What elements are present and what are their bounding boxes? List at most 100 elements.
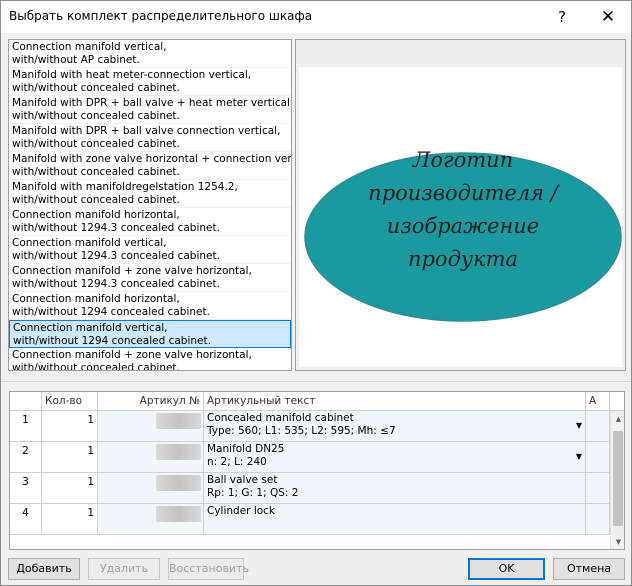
grid-header: Кол-во Артикул № Артикульный текст A [10,392,624,411]
kit-list-item[interactable]: Connection manifold + zone valve horizon… [9,348,291,371]
kit-list-item[interactable]: Connection manifold horizontal, with/with… [9,208,291,236]
scroll-thumb[interactable] [613,431,623,526]
kit-list-item[interactable]: Connection manifold vertical, with/withou… [9,40,291,68]
header-num [10,392,42,411]
logo-line-1: Логотип [412,148,513,172]
kit-list-item-line2: with/without concealed cabinet. [12,110,180,122]
a-cell[interactable] [586,504,610,534]
help-button[interactable]: ? [539,1,585,33]
kit-list-item[interactable]: Connection manifold vertical, with/withou… [9,236,291,264]
dropdown-icon[interactable]: ▼ [574,421,584,431]
a-cell[interactable] [586,411,610,441]
article-cell[interactable] [98,504,204,534]
scroll-up-icon[interactable]: ▲ [611,411,624,427]
cancel-button[interactable]: Отмена [553,558,625,580]
kit-list-item-line2: with/without AP cabinet. [12,54,140,66]
grid-vertical-scrollbar[interactable]: ▲ ▼ [610,411,624,549]
add-button[interactable]: Добавить [8,558,80,580]
article-text-line2: Rp: 1; G: 1; QS: 2 [207,487,299,499]
row-number: 4 [10,504,42,534]
kit-list-item-line1: Manifold with DPR + ball valve connectio… [12,125,281,137]
table-row[interactable]: 1 1 Concealed manifold cabinet Type: 560; L… [10,411,610,442]
kit-list-item-line2: with/without 1294.3 concealed cabinet. [12,222,220,234]
kit-list-item-line1: Connection manifold vertical, [12,41,167,53]
article-text-cell[interactable]: Cylinder lock [204,504,586,534]
kit-list-item-line1: Manifold with zone valve horizontal + co… [12,153,291,165]
kit-list-item[interactable]: Connection manifold horizontal, with/with… [9,292,291,320]
table-row[interactable]: 2 1 Manifold DN25 n: 2; L: 240 ▼ [10,442,610,473]
scroll-down-icon[interactable]: ▼ [611,534,624,549]
kit-list-item-line1: Connection manifold + zone valve horizon… [12,349,252,361]
kit-list-item[interactable]: Manifold with manifoldregelstation 1254.… [9,180,291,208]
header-text[interactable]: Артикульный текст [204,392,586,411]
kit-list-item-line1: Connection manifold vertical, [13,322,168,334]
article-text-line1: Ball valve set [207,474,278,486]
article-text-cell[interactable]: Ball valve set Rp: 1; G: 1; QS: 2 [204,473,586,503]
kit-list-item-line2: with/without 1294.3 concealed cabinet. [12,250,220,262]
article-text-line1: Manifold DN25 [207,443,285,455]
table-row[interactable]: 4 1 Cylinder lock [10,504,610,535]
row-number: 3 [10,473,42,503]
article-cell[interactable] [98,442,204,472]
kit-list-item[interactable]: Connection manifold + zone valve horizon… [9,264,291,292]
kit-list-item-line2: with/without concealed cabinet. [12,82,180,94]
dropdown-icon[interactable]: ▼ [574,452,584,462]
a-cell[interactable] [586,442,610,472]
items-grid: Кол-во Артикул № Артикульный текст A 11C… [9,391,625,550]
table-row[interactable]: 3 1 Ball valve set Rp: 1; G: 1; QS: 2 [10,473,610,504]
header-article[interactable]: Артикул № [98,392,204,411]
kit-list-item-line1: Manifold with manifoldregelstation 1254.… [12,181,238,193]
article-cell[interactable] [98,411,204,441]
kit-list-item[interactable]: Manifold with DPR + ball valve connectio… [9,124,291,152]
row-number: 2 [10,442,42,472]
kit-list-item-line1: Manifold with DPR + ball valve + heat me… [12,97,291,109]
kit-list-item-line2: with/without concealed cabinet. [12,138,180,150]
title-bar: Выбрать комплект распределительного шкаф… [1,1,631,33]
article-text-line2: Type: 560; L1: 535; L2: 595; Mh: ≤7 [207,425,396,437]
article-text-line2: n: 2; L: 240 [207,456,267,468]
article-text-line1: Concealed manifold cabinet [207,412,354,424]
kit-list[interactable]: Connection manifold vertical, with/withou… [8,39,292,371]
close-button[interactable]: ✕ [585,1,631,33]
qty-cell[interactable]: 1 [42,504,98,534]
header-qty[interactable]: Кол-во [42,392,98,411]
kit-list-item-line1: Connection manifold horizontal, [12,209,180,221]
header-a[interactable]: A [586,392,610,411]
article-text-cell[interactable]: Concealed manifold cabinet Type: 560; L1:… [204,411,586,441]
kit-list-item-line2: with/without concealed cabinet. [12,194,180,206]
a-cell[interactable] [586,473,610,503]
article-text-cell[interactable]: Manifold DN25 n: 2; L: 240 ▼ [204,442,586,472]
logo-placeholder-graphic: Логотип производителя / изображение прод… [304,148,622,322]
kit-list-item[interactable]: Manifold with heat meter-connection vert… [9,68,291,96]
redacted-article [156,444,201,460]
redacted-article [156,413,201,429]
kit-list-item-line1: Connection manifold vertical, [12,237,167,249]
logo-line-4: продукта [408,247,518,271]
kit-list-item-line1: Connection manifold horizontal, [12,293,180,305]
kit-list-item-line2: with/without 1294 concealed cabinet. [13,335,211,347]
section-divider [1,381,631,382]
qty-cell[interactable]: 1 [42,442,98,472]
kit-list-item-line1: Manifold with heat meter-connection vert… [12,69,252,81]
redacted-article [156,506,201,522]
preview-image-area: Логотип производителя / изображение прод… [299,67,622,367]
kit-list-item[interactable]: Manifold with DPR + ball valve + heat me… [9,96,291,124]
kit-list-item-line2: with/without 1294 concealed cabinet. [12,306,210,318]
redacted-article [156,475,201,491]
preview-panel: Логотип производителя / изображение прод… [295,39,626,371]
row-number: 1 [10,411,42,441]
qty-cell[interactable]: 1 [42,411,98,441]
qty-cell[interactable]: 1 [42,473,98,503]
kit-list-item[interactable]: Manifold with zone valve horizontal + co… [9,152,291,180]
logo-line-3: изображение [387,214,540,238]
ok-button[interactable]: OK [468,558,545,580]
article-text-line1: Cylinder lock [207,505,276,517]
kit-list-item[interactable]: Connection manifold vertical, with/withou… [9,320,291,348]
article-cell[interactable] [98,473,204,503]
delete-button[interactable]: Удалить [88,558,160,580]
dialog-window: Выбрать комплект распределительного шкаф… [0,0,632,586]
dialog-title: Выбрать комплект распределительного шкаф… [9,9,313,23]
restore-button[interactable]: Восстановить [168,558,249,580]
kit-list-item-line2: with/without concealed cabinet. [12,362,180,371]
kit-list-item-line2: with/without concealed cabinet. [12,166,180,178]
